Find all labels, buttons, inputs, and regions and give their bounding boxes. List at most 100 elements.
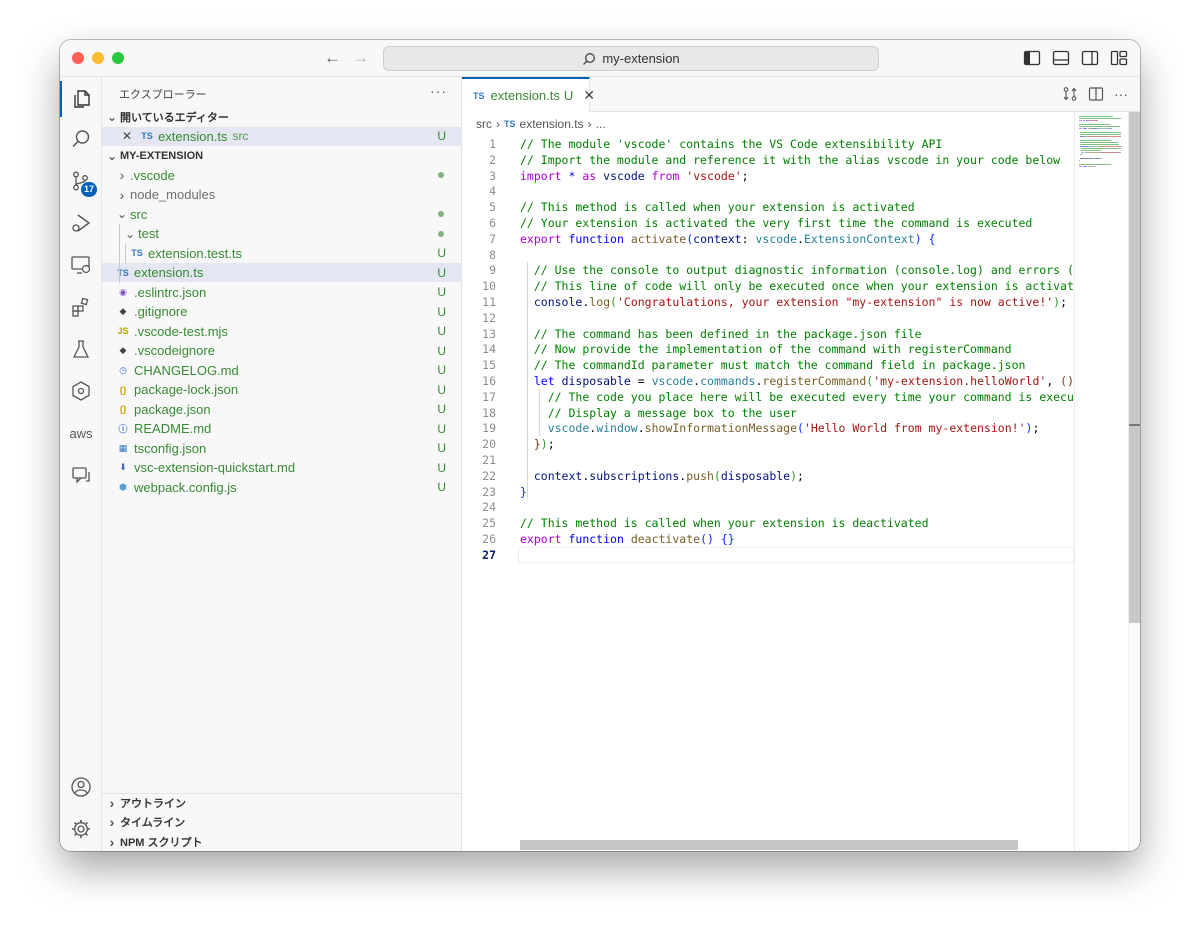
- tree-item-gitignore[interactable]: ◆ .gitignore U: [102, 302, 461, 321]
- breadcrumb-file[interactable]: extension.ts: [520, 117, 584, 131]
- minimize-window-button[interactable]: [92, 52, 104, 64]
- explorer-activity[interactable]: [60, 79, 102, 119]
- code-line[interactable]: 13 // The command has been defined in th…: [462, 326, 1074, 342]
- tree-item-vscode-test-mjs[interactable]: JS .vscode-test.mjs U: [102, 322, 461, 341]
- code-line[interactable]: 27: [462, 546, 1074, 563]
- code-line[interactable]: 4: [462, 183, 1074, 199]
- zoom-window-button[interactable]: [112, 52, 124, 64]
- code-line[interactable]: 5 // This method is called when your exte…: [462, 199, 1074, 215]
- code-line[interactable]: 17 // The code you place here will be ex…: [462, 389, 1074, 405]
- tree-item-webpack-config-js[interactable]: ⬢ webpack.config.js U: [102, 478, 461, 497]
- code-line[interactable]: 24: [462, 499, 1074, 515]
- tree-item-tsconfig-json[interactable]: ▦ tsconfig.json U: [102, 439, 461, 458]
- open-editor-item[interactable]: ✕ TS extension.ts src U: [102, 126, 461, 146]
- code-token: ;: [547, 437, 555, 452]
- more-actions-icon[interactable]: ···: [430, 83, 447, 99]
- minimap-line: [1081, 150, 1101, 151]
- code-line[interactable]: 19 vscode.window.showInformationMessage(…: [462, 420, 1074, 436]
- testing-activity[interactable]: [60, 329, 102, 369]
- tree-item-extension-test-ts[interactable]: TS extension.test.ts U: [102, 244, 461, 263]
- tree-item-eslintrc-json[interactable]: ◉ .eslintrc.json U: [102, 283, 461, 302]
- git-status-untracked: U: [437, 129, 446, 143]
- close-tab-icon[interactable]: ✕: [583, 87, 595, 104]
- tree-item-changelog-md[interactable]: ◷ CHANGELOG.md U: [102, 361, 461, 380]
- search-activity[interactable]: [60, 119, 102, 159]
- remote-explorer-icon: [71, 256, 91, 274]
- close-window-button[interactable]: [72, 52, 84, 64]
- git-status-dot: [438, 230, 444, 237]
- code-line[interactable]: 1 // The module 'vscode' contains the VS …: [462, 136, 1074, 152]
- tree-item-extension-ts[interactable]: TS extension.ts U: [102, 263, 461, 282]
- close-editor-icon[interactable]: ✕: [122, 129, 132, 143]
- tree-item-src[interactable]: ⌄ src: [102, 205, 461, 224]
- code-line[interactable]: 6 // Your extension is activated the very…: [462, 215, 1074, 231]
- code-line[interactable]: 2 // Import the module and reference it w…: [462, 152, 1074, 168]
- customize-layout-icon[interactable]: [1110, 50, 1128, 66]
- tree-item-package-lock-json[interactable]: {} package-lock.json U: [102, 380, 461, 399]
- tree-item-vscodeignore[interactable]: ◆ .vscodeignore U: [102, 341, 461, 360]
- breadcrumb-folder[interactable]: src: [476, 117, 492, 131]
- open-editors-section[interactable]: ⌄ 開いているエディター: [102, 107, 461, 126]
- tree-item-vscode[interactable]: › .vscode: [102, 166, 461, 185]
- vertical-scrollbar[interactable]: [1128, 112, 1140, 851]
- code-line[interactable]: 25 // This method is called when your ext…: [462, 515, 1074, 531]
- code-line[interactable]: 10 // This line of code will only be exe…: [462, 278, 1074, 294]
- code-line[interactable]: 15 // The commandId parameter must match…: [462, 357, 1074, 373]
- bottom-section-1[interactable]: › タイムライン: [102, 813, 461, 832]
- code-line[interactable]: 22 context.subscriptions.push(disposable…: [462, 468, 1074, 484]
- minimap-line: [1119, 152, 1121, 153]
- code-text: // Use the console to output diagnostic …: [520, 262, 1074, 278]
- project-section[interactable]: ⌄ MY-EXTENSION: [102, 146, 461, 165]
- remote-explorer-activity[interactable]: [60, 245, 102, 285]
- toggle-secondary-sidebar-icon[interactable]: [1081, 50, 1099, 66]
- code-line[interactable]: 18 // Display a message box to the user: [462, 405, 1074, 421]
- command-center-search[interactable]: my-extension: [383, 46, 879, 71]
- toggle-primary-sidebar-icon[interactable]: [1023, 50, 1041, 66]
- open-changes-icon[interactable]: [1062, 86, 1078, 102]
- code-editor[interactable]: 1 // The module 'vscode' contains the VS …: [462, 136, 1074, 851]
- code-line[interactable]: 11 console.log('Congratulations, your ex…: [462, 294, 1074, 310]
- code-line[interactable]: 14 // Now provide the implementation of …: [462, 341, 1074, 357]
- tree-item-label: README.md: [134, 421, 212, 436]
- code-line[interactable]: 16 let disposable = vscode.commands.regi…: [462, 373, 1074, 389]
- code-line[interactable]: 7 export function activate(context: vscod…: [462, 231, 1074, 247]
- go-forward-arrow-icon[interactable]: →: [352, 48, 369, 68]
- tree-item-vsc-extension-quickstart-md[interactable]: ⬇ vsc-extension-quickstart.md U: [102, 458, 461, 477]
- extensions-activity[interactable]: [60, 287, 102, 327]
- source-control-activity[interactable]: 17: [60, 161, 102, 201]
- tree-item-package-json[interactable]: {} package.json U: [102, 400, 461, 419]
- minimap-line: [1080, 144, 1120, 145]
- accounts-activity[interactable]: [60, 767, 102, 807]
- comments-activity[interactable]: [60, 455, 102, 495]
- code-line[interactable]: 26 export function deactivate() {}: [462, 531, 1074, 547]
- code-line[interactable]: 20 });: [462, 436, 1074, 452]
- tree-item-node-modules[interactable]: › node_modules: [102, 185, 461, 204]
- line-number: 22: [482, 468, 496, 483]
- toggle-panel-icon[interactable]: [1052, 50, 1070, 66]
- tree-item-test[interactable]: ⌄ test: [102, 224, 461, 243]
- code-line[interactable]: 21: [462, 452, 1074, 468]
- editor-more-icon[interactable]: ···: [1114, 86, 1128, 102]
- minimap[interactable]: [1074, 112, 1128, 851]
- gitlens-activity[interactable]: [60, 371, 102, 411]
- go-back-arrow-icon[interactable]: ←: [324, 48, 341, 68]
- bottom-section-2[interactable]: › NPM スクリプト: [102, 832, 461, 851]
- code-line[interactable]: 12: [462, 310, 1074, 326]
- horizontal-scrollbar-thumb[interactable]: [520, 840, 1018, 850]
- bottom-section-label: タイムライン: [120, 817, 186, 829]
- split-editor-icon[interactable]: [1088, 86, 1104, 102]
- code-line[interactable]: 3 import * as vscode from 'vscode';: [462, 168, 1074, 184]
- vertical-scrollbar-thumb[interactable]: [1129, 112, 1140, 623]
- run-debug-activity[interactable]: [60, 203, 102, 243]
- code-line[interactable]: 23}: [462, 484, 1074, 500]
- manage-activity[interactable]: [60, 809, 102, 849]
- code-line[interactable]: 9 // Use the console to output diagnosti…: [462, 262, 1074, 278]
- code-token: // The code you place here will be execu…: [547, 389, 1074, 404]
- breadcrumb-symbols[interactable]: ...: [596, 117, 606, 131]
- aws-toolkit-activity[interactable]: aws: [60, 413, 102, 453]
- code-line[interactable]: 8: [462, 247, 1074, 263]
- tree-item-readme-md[interactable]: ⓘ README.md U: [102, 419, 461, 438]
- bottom-section-0[interactable]: › アウトライン: [102, 793, 461, 812]
- tab-extension-ts[interactable]: TS extension.ts U ✕: [462, 77, 595, 112]
